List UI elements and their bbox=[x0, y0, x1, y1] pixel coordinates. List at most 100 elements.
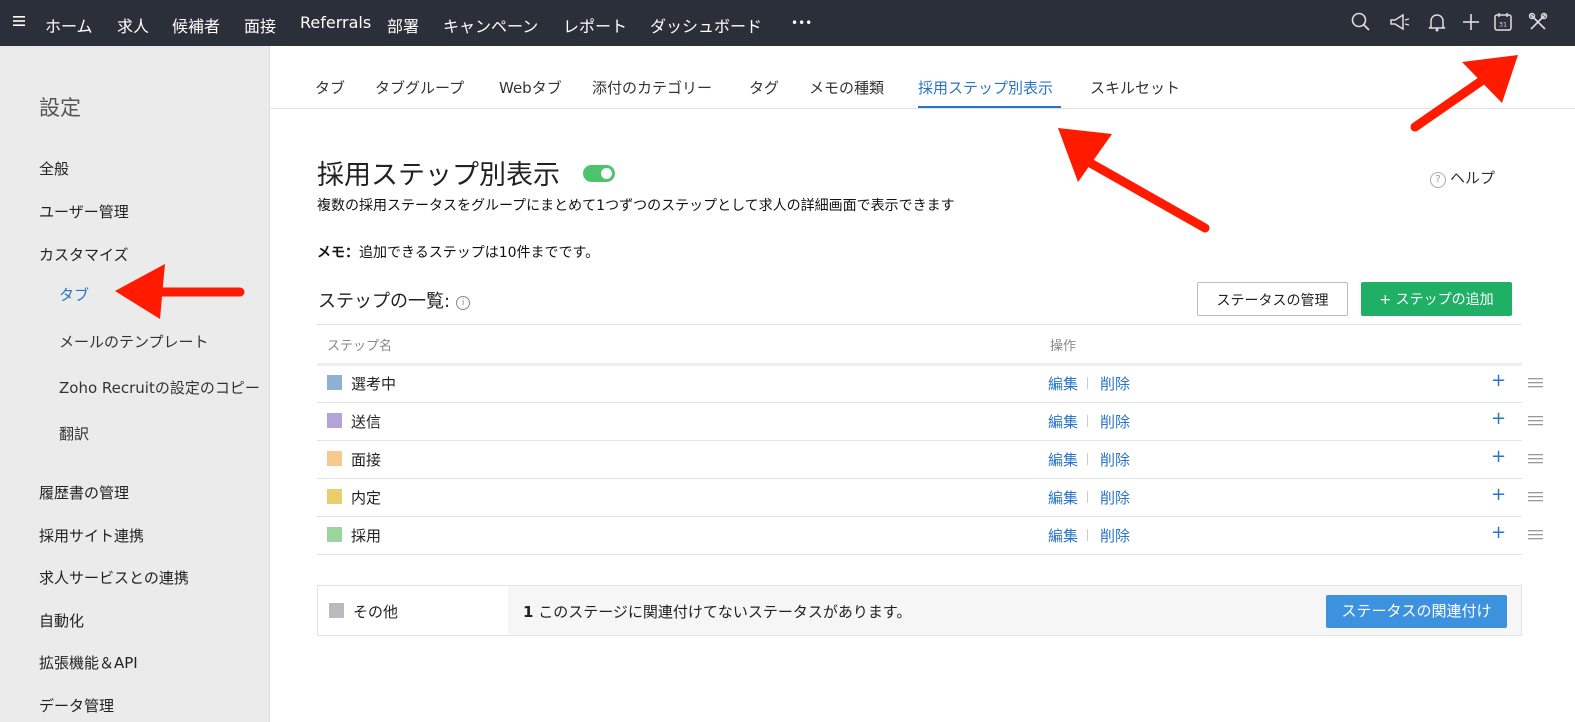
tab-tags[interactable]: タグ bbox=[749, 77, 779, 98]
other-stage-cell: その他 bbox=[318, 586, 508, 635]
sidebar-item-data-admin[interactable]: データ管理 bbox=[39, 695, 114, 716]
delete-link[interactable]: 削除 bbox=[1100, 411, 1130, 432]
sidebar-subitem-email-templates[interactable]: メールのテンプレート bbox=[59, 331, 209, 352]
drag-handle-icon[interactable] bbox=[1528, 378, 1543, 388]
table-header: ステップ名 操作 bbox=[317, 324, 1522, 366]
plus-icon[interactable] bbox=[1460, 11, 1482, 33]
unassigned-count: 1 bbox=[523, 603, 534, 621]
tab-web-tabs[interactable]: Webタブ bbox=[499, 77, 562, 98]
tab-attachment-categories[interactable]: 添付のカテゴリー bbox=[592, 77, 712, 98]
add-status-icon[interactable]: + bbox=[1491, 522, 1506, 543]
table-row: 内定 編集 削除 + bbox=[317, 478, 1543, 517]
step-name: 内定 bbox=[351, 489, 382, 507]
nav-dashboard[interactable]: ダッシュボード bbox=[650, 13, 762, 37]
memo-note: メモ：追加できるステップは10件までです。 bbox=[317, 242, 599, 262]
tab-skill-sets[interactable]: スキルセット bbox=[1090, 77, 1180, 98]
sidebar-subitem-tabs[interactable]: タブ bbox=[59, 284, 89, 305]
manage-status-button[interactable]: ステータスの管理 bbox=[1197, 282, 1348, 316]
tools-icon[interactable] bbox=[1527, 11, 1549, 33]
calendar-icon[interactable]: 31 bbox=[1492, 11, 1514, 33]
info-icon[interactable]: i bbox=[456, 296, 471, 310]
step-name: 採用 bbox=[351, 527, 382, 545]
bell-icon[interactable] bbox=[1426, 11, 1448, 33]
add-status-icon[interactable]: + bbox=[1491, 370, 1506, 391]
add-status-icon[interactable]: + bbox=[1491, 408, 1506, 429]
step-name: 面接 bbox=[351, 451, 382, 469]
step-color-swatch bbox=[327, 375, 342, 390]
delete-link[interactable]: 削除 bbox=[1100, 449, 1130, 470]
divider bbox=[1087, 529, 1088, 541]
sidebar-title: 設定 bbox=[39, 96, 81, 120]
delete-link[interactable]: 削除 bbox=[1100, 525, 1130, 546]
step-list-title-text: ステップの一覧: bbox=[318, 291, 451, 312]
nav-candidates[interactable]: 候補者 bbox=[172, 13, 220, 37]
drag-handle-icon[interactable] bbox=[1528, 492, 1543, 502]
step-color-swatch bbox=[327, 489, 342, 504]
table-row: 採用 編集 削除 + bbox=[317, 516, 1543, 555]
column-step-name: ステップ名 bbox=[327, 339, 393, 354]
tab-tabs[interactable]: タブ bbox=[315, 77, 345, 98]
step-color-swatch bbox=[327, 451, 342, 466]
nav-reports[interactable]: レポート bbox=[563, 13, 627, 37]
sidebar-item-automation[interactable]: 自動化 bbox=[39, 610, 84, 631]
help-link[interactable]: ? ヘルプ bbox=[1430, 167, 1495, 188]
nav-jobs[interactable]: 求人 bbox=[117, 13, 149, 37]
search-icon[interactable] bbox=[1350, 11, 1372, 33]
drag-handle-icon[interactable] bbox=[1528, 416, 1543, 426]
page-description: 複数の採用ステータスをグループにまとめて1つずつのステップとして求人の詳細画面で… bbox=[317, 198, 955, 214]
drag-handle-icon[interactable] bbox=[1528, 530, 1543, 540]
megaphone-icon[interactable] bbox=[1388, 11, 1410, 33]
active-tab-indicator bbox=[918, 106, 1061, 108]
drag-handle-icon[interactable] bbox=[1528, 454, 1543, 464]
divider bbox=[1087, 415, 1088, 427]
edit-link[interactable]: 編集 bbox=[1048, 449, 1078, 470]
nav-departments[interactable]: 部署 bbox=[387, 13, 419, 37]
tabs-divider bbox=[270, 108, 1575, 109]
svg-text:31: 31 bbox=[1499, 21, 1507, 29]
sidebar-item-customize[interactable]: カスタマイズ bbox=[39, 244, 129, 265]
tab-tab-groups[interactable]: タブグループ bbox=[375, 77, 464, 98]
add-status-icon[interactable]: + bbox=[1491, 446, 1506, 467]
delete-link[interactable]: 削除 bbox=[1100, 373, 1130, 394]
step-name: 選考中 bbox=[351, 375, 397, 393]
enable-toggle[interactable] bbox=[583, 165, 615, 182]
sidebar-item-job-boards[interactable]: 求人サービスとの連携 bbox=[39, 567, 189, 588]
add-step-button[interactable]: + ステップの追加 bbox=[1361, 282, 1512, 316]
top-navigation-bar: ホーム 求人 候補者 面接 Referrals 部署 キャンペーン レポート ダ… bbox=[0, 0, 1575, 46]
step-list-title: ステップの一覧: i bbox=[318, 287, 471, 313]
help-label: ヘルプ bbox=[1450, 169, 1496, 187]
nav-home[interactable]: ホーム bbox=[45, 13, 93, 37]
sidebar-subitem-translation[interactable]: 翻訳 bbox=[59, 423, 89, 444]
sidebar-item-users[interactable]: ユーザー管理 bbox=[39, 201, 129, 222]
edit-link[interactable]: 編集 bbox=[1048, 525, 1078, 546]
sidebar-item-career-site[interactable]: 採用サイト連携 bbox=[39, 525, 144, 546]
nav-more-button[interactable]: ••• bbox=[791, 16, 812, 30]
menu-icon[interactable] bbox=[12, 14, 26, 28]
delete-link[interactable]: 削除 bbox=[1100, 487, 1130, 508]
sidebar-item-general[interactable]: 全般 bbox=[39, 158, 69, 179]
memo-text: 追加できるステップは10件までです。 bbox=[359, 245, 600, 261]
annotation-arrow-settings bbox=[1410, 55, 1518, 132]
annotation-arrow-tab bbox=[1058, 128, 1210, 233]
nav-referrals[interactable]: Referrals bbox=[300, 13, 371, 32]
unassigned-text: このステージに関連付けてないステータスがあります。 bbox=[538, 603, 912, 621]
table-row: 選考中 編集 削除 + bbox=[317, 364, 1543, 403]
sidebar-item-extensions-api[interactable]: 拡張機能＆API bbox=[39, 652, 138, 673]
nav-interviews[interactable]: 面接 bbox=[244, 13, 276, 37]
edit-link[interactable]: 編集 bbox=[1048, 411, 1078, 432]
sidebar-subitem-copy-settings[interactable]: Zoho Recruitの設定のコピー bbox=[59, 377, 260, 398]
divider bbox=[1087, 377, 1088, 389]
tab-hiring-pipeline[interactable]: 採用ステップ別表示 bbox=[918, 77, 1053, 98]
edit-link[interactable]: 編集 bbox=[1048, 487, 1078, 508]
page-title: 採用ステップ別表示 bbox=[317, 160, 560, 191]
sidebar-item-resume[interactable]: 履歴書の管理 bbox=[39, 482, 129, 503]
divider bbox=[1087, 453, 1088, 465]
add-status-icon[interactable]: + bbox=[1491, 484, 1506, 505]
tab-note-types[interactable]: メモの種類 bbox=[809, 77, 884, 98]
memo-label: メモ： bbox=[317, 245, 359, 261]
column-actions: 操作 bbox=[1050, 339, 1077, 354]
unassigned-status-box: その他 1 このステージに関連付けてないステータスがあります。 ステータスの関連… bbox=[317, 585, 1522, 636]
link-status-button[interactable]: ステータスの関連付け bbox=[1326, 595, 1507, 628]
edit-link[interactable]: 編集 bbox=[1048, 373, 1078, 394]
nav-campaigns[interactable]: キャンペーン bbox=[443, 13, 538, 37]
